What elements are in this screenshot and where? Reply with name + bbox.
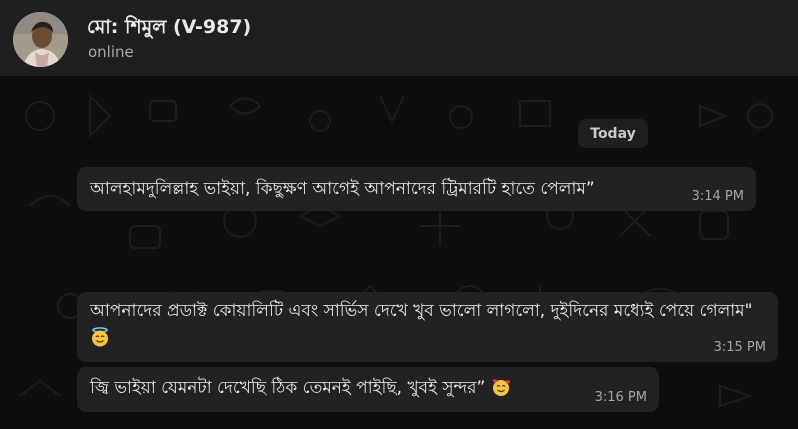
contact-name[interactable]: মো: শিমুল (V-987) bbox=[87, 13, 251, 45]
smiling-face-with-halo-icon bbox=[92, 327, 108, 347]
message-bubble[interactable]: আপনাদের প্রডাক্ট কোয়ালিটি এবং সার্ভিস দ… bbox=[77, 292, 778, 362]
person-photo-avatar bbox=[13, 12, 68, 67]
message-time: 3:15 PM bbox=[713, 340, 766, 355]
contact-status: online bbox=[88, 43, 134, 61]
message-bubble[interactable]: জ্বি ভাইয়া যেমনটা দেখেছি ঠিক তেমনই পাইছ… bbox=[77, 367, 659, 412]
message-time: 3:14 PM bbox=[691, 189, 744, 204]
message-time: 3:16 PM bbox=[594, 390, 647, 405]
chat-header: মো: শিমুল (V-987) online bbox=[0, 0, 798, 76]
message-text: আপনাদের প্রডাক্ট কোয়ালিটি এবং সার্ভিস দ… bbox=[90, 301, 753, 321]
date-separator: Today bbox=[578, 119, 648, 148]
avatar[interactable] bbox=[13, 12, 68, 67]
smiling-face-with-hearts-icon bbox=[492, 379, 510, 396]
message-text: আলহামদুলিল্লাহ ভাইয়া, কিছুক্ষণ আগেই আপন… bbox=[90, 179, 595, 199]
chat-area[interactable]: Today আলহামদুলিল্লাহ ভাইয়া, কিছুক্ষণ আগ… bbox=[0, 76, 798, 429]
message-bubble[interactable]: আলহামদুলিল্লাহ ভাইয়া, কিছুক্ষণ আগেই আপন… bbox=[77, 167, 756, 211]
message-text: জ্বি ভাইয়া যেমনটা দেখেছি ঠিক তেমনই পাইছ… bbox=[90, 378, 486, 398]
